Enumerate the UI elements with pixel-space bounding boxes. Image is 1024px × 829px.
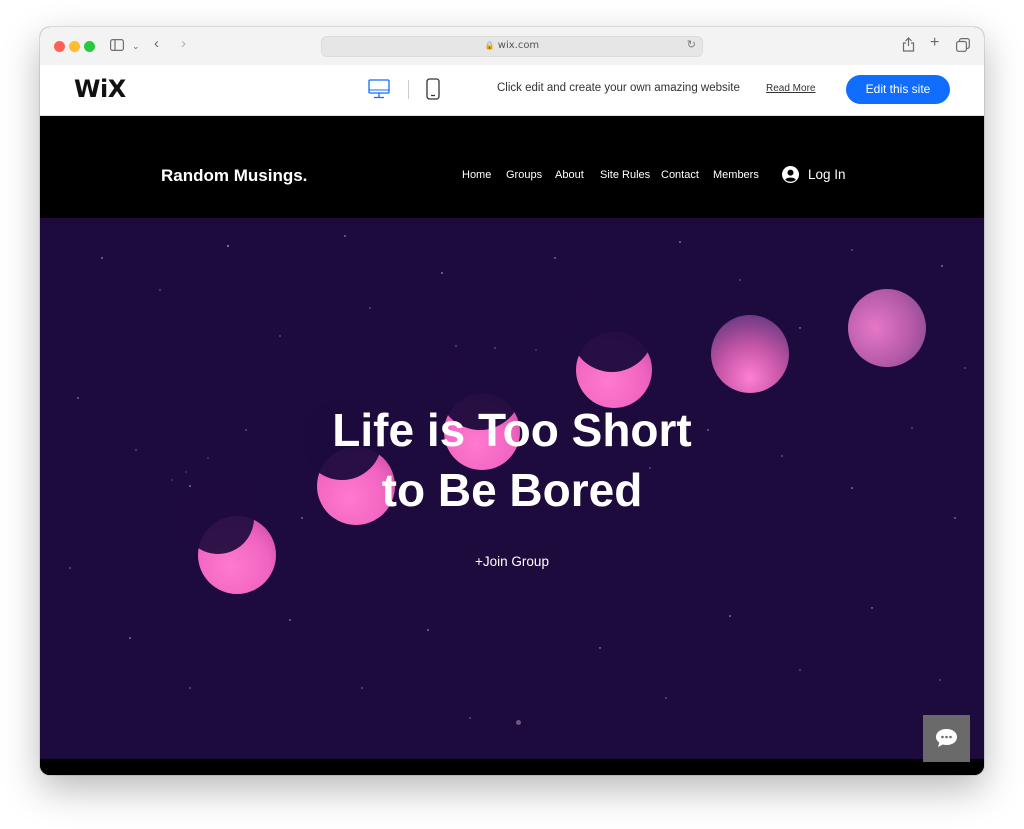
desktop-icon[interactable] (368, 79, 390, 99)
mobile-icon[interactable] (426, 78, 440, 100)
wix-logo[interactable]: WiX (74, 75, 126, 103)
lock-icon: 🔒 (484, 41, 495, 50)
user-icon (782, 166, 799, 183)
tabs-overview-icon[interactable] (956, 38, 970, 55)
wix-promo-text: Click edit and create your own amazing w… (497, 82, 740, 94)
moon-phase-6 (848, 289, 926, 367)
hero-section: Life is Too Short to Be Bored +Join Grou… (40, 218, 984, 759)
forward-chevron-icon[interactable]: › (181, 36, 186, 51)
reload-icon[interactable]: ↻ (687, 38, 696, 51)
moon-phase-5 (711, 315, 789, 393)
url-text: wix.com (497, 40, 540, 51)
moon-shadow-4 (570, 288, 654, 372)
nav-item-contact[interactable]: Contact (661, 169, 699, 181)
chevron-down-icon[interactable]: ⌄ (132, 39, 140, 53)
zoom-window-button[interactable] (84, 41, 95, 52)
site-title[interactable]: Random Musings. (161, 166, 307, 186)
site-header: Random Musings. Home Groups About Site R… (40, 116, 984, 218)
nav-item-groups[interactable]: Groups (506, 169, 542, 181)
slide-indicator-dot[interactable] (516, 720, 521, 725)
sidebar-icon[interactable] (110, 39, 125, 54)
nav-item-site-rules[interactable]: Site Rules (600, 169, 650, 181)
device-separator (408, 80, 409, 99)
edit-site-button[interactable]: Edit this site (846, 75, 950, 104)
hero-headline-line1: Life is Too Short (332, 404, 692, 456)
wix-top-bar: WiX Click edit and create your own amazi… (40, 65, 984, 116)
minimize-window-button[interactable] (69, 41, 80, 52)
nav-item-home[interactable]: Home (462, 169, 491, 181)
close-window-button[interactable] (54, 41, 65, 52)
site-page: Random Musings. Home Groups About Site R… (40, 116, 984, 775)
chat-button[interactable] (923, 715, 970, 762)
back-chevron-icon[interactable]: ‹ (154, 36, 159, 51)
chat-icon (936, 729, 957, 747)
share-icon[interactable] (902, 37, 915, 55)
browser-titlebar: ⌄ ‹ › 🔒 wix.com ↻ + (40, 27, 984, 66)
plus-icon[interactable]: + (930, 35, 939, 51)
join-group-button[interactable]: +Join Group (40, 554, 984, 569)
footer-strip (40, 759, 984, 775)
nav-item-members[interactable]: Members (713, 169, 759, 181)
read-more-link[interactable]: Read More (766, 83, 815, 94)
browser-window: ⌄ ‹ › 🔒 wix.com ↻ + WiX Click edit and cr… (40, 27, 984, 775)
nav-item-about[interactable]: About (555, 169, 584, 181)
address-bar[interactable]: 🔒 wix.com ↻ (321, 36, 703, 57)
hero-headline-line2: to Be Bored (381, 464, 643, 516)
login-label: Log In (808, 167, 846, 182)
